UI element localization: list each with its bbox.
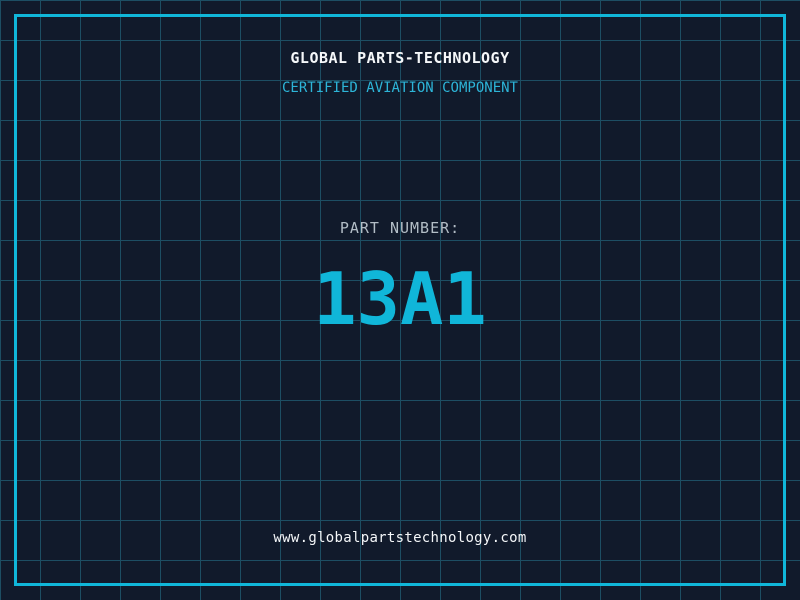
certification-tagline: CERTIFIED AVIATION COMPONENT	[281, 80, 518, 96]
website-url: www.globalpartstechnology.com	[273, 530, 527, 546]
part-number-label: PART NUMBER:	[339, 219, 461, 237]
part-number-value: 13A1	[313, 257, 487, 341]
company-name: GLOBAL PARTS-TECHNOLOGY	[290, 49, 510, 67]
blueprint-page: GLOBAL PARTS-TECHNOLOGY CERTIFIED AVIATI…	[0, 0, 800, 600]
